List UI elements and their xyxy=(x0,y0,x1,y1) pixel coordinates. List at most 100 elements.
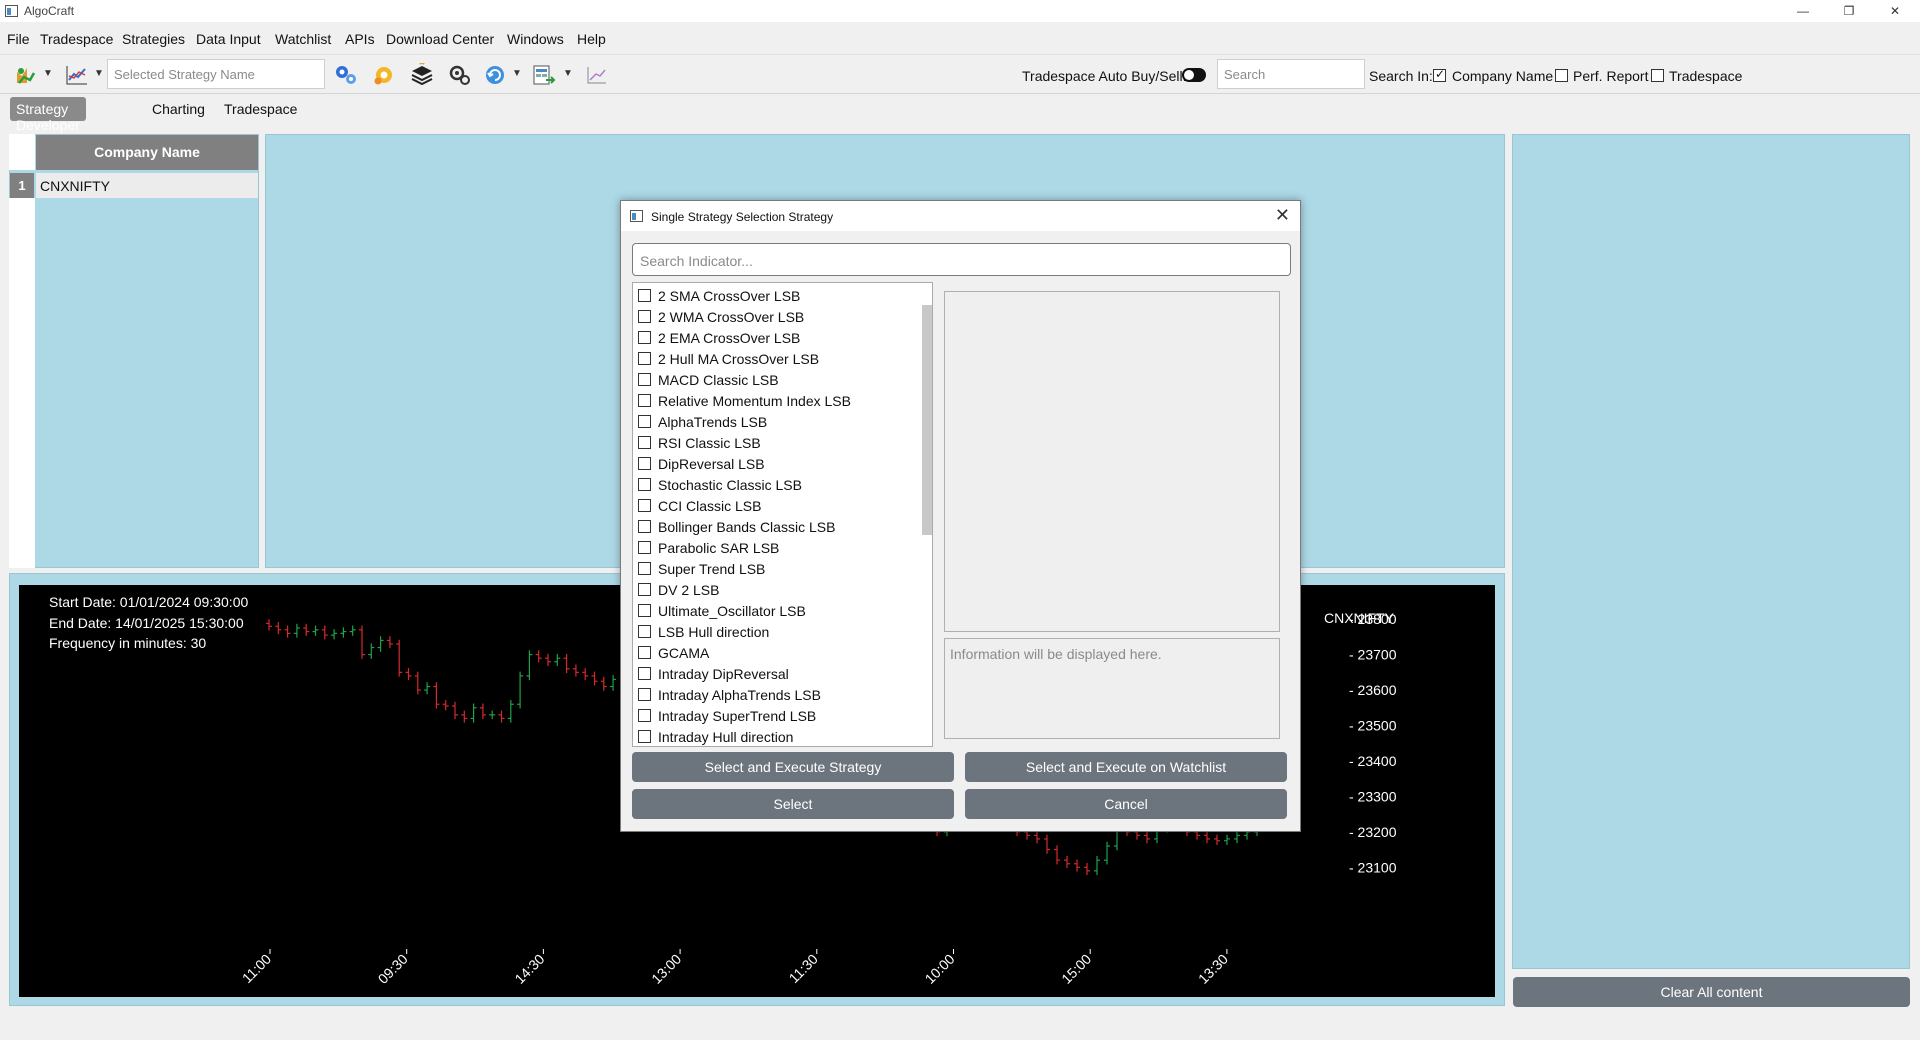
search-indicator-input[interactable]: Search Indicator... xyxy=(632,243,1291,276)
strategy-checkbox[interactable] xyxy=(638,625,651,638)
optimize-icon[interactable] xyxy=(371,63,397,87)
strategy-checkbox[interactable] xyxy=(638,604,651,617)
strategy-label: 2 Hull MA CrossOver LSB xyxy=(658,351,820,367)
strategy-label: LSB Hull direction xyxy=(658,624,770,640)
strategy-label: AlphaTrends LSB xyxy=(658,414,768,430)
menu-windows[interactable]: Windows xyxy=(507,31,564,47)
strategy-checkbox[interactable] xyxy=(638,730,651,743)
menu-tradespace[interactable]: Tradespace xyxy=(40,31,113,47)
strategy-label: RSI Classic LSB xyxy=(658,435,761,451)
x-tick-label: 13:30 xyxy=(1195,951,1231,987)
strategy-details-box xyxy=(944,291,1280,632)
chart-icon[interactable] xyxy=(64,63,90,87)
company-name-header[interactable]: Company Name xyxy=(36,135,258,170)
strategy-label: 2 SMA CrossOver LSB xyxy=(658,288,801,304)
app-icon xyxy=(5,5,18,17)
strategy-checkbox[interactable] xyxy=(638,667,651,680)
strategy-checkbox[interactable] xyxy=(638,436,651,449)
table-corner xyxy=(9,134,35,170)
strategy-label: DipReversal LSB xyxy=(658,456,765,472)
y-tick-label: - 23600 xyxy=(1349,682,1397,698)
strategy-label: Intraday AlphaTrends LSB xyxy=(658,687,821,703)
chevron-down-icon[interactable]: ▼ xyxy=(43,68,53,79)
gears-icon[interactable] xyxy=(333,63,359,87)
information-box: Information will be displayed here. xyxy=(944,638,1280,739)
menu-help[interactable]: Help xyxy=(577,31,606,47)
strategy-checkbox[interactable] xyxy=(638,499,651,512)
strategy-checkbox[interactable] xyxy=(638,331,651,344)
strategy-checkbox[interactable] xyxy=(638,541,651,554)
strategy-checkbox[interactable] xyxy=(638,646,651,659)
chevron-down-icon[interactable]: ▼ xyxy=(512,68,522,79)
menu-apis[interactable]: APIs xyxy=(345,31,375,47)
x-tick-label: 10:00 xyxy=(922,951,958,987)
chevron-down-icon[interactable]: ▼ xyxy=(563,68,573,79)
select-execute-strategy-button[interactable]: Select and Execute Strategy xyxy=(632,752,954,782)
menu-watchlist[interactable]: Watchlist xyxy=(275,31,331,47)
row-header-column xyxy=(9,198,35,568)
chevron-down-icon[interactable]: ▼ xyxy=(94,68,104,79)
layers-icon[interactable] xyxy=(409,63,435,87)
strategy-checkbox[interactable] xyxy=(638,289,651,302)
menu-strategies[interactable]: Strategies xyxy=(122,31,185,47)
strategy-name-input[interactable]: Selected Strategy Name xyxy=(107,59,325,89)
strategy-checkbox[interactable] xyxy=(638,415,651,428)
tab-charting[interactable]: Charting xyxy=(146,97,211,121)
strategy-label: Intraday Hull direction xyxy=(658,729,794,745)
menu-data-input[interactable]: Data Input xyxy=(196,31,261,47)
strategy-label: Super Trend LSB xyxy=(658,561,766,577)
refresh-icon[interactable] xyxy=(482,63,508,87)
row-number[interactable]: 1 xyxy=(10,173,34,198)
strategy-checkbox[interactable] xyxy=(638,688,651,701)
strategy-label: Ultimate_Oscillator LSB xyxy=(658,603,806,619)
strategy-checkbox[interactable] xyxy=(638,583,651,596)
select-execute-watchlist-button[interactable]: Select and Execute on Watchlist xyxy=(965,752,1287,782)
tab-strategy-developer[interactable]: Strategy Developer xyxy=(10,97,86,133)
strategy-label: Stochastic Classic LSB xyxy=(658,477,802,493)
y-tick-label: - 23500 xyxy=(1349,718,1397,734)
tradespace-checkbox[interactable] xyxy=(1651,69,1664,82)
tab-tradespace[interactable]: Tradespace xyxy=(218,97,303,121)
auto-buy-sell-label: Tradespace Auto Buy/Sell: xyxy=(1022,68,1187,84)
strategy-checkbox[interactable] xyxy=(638,373,651,386)
perf-report-checkbox[interactable] xyxy=(1555,69,1568,82)
table-row[interactable]: CNXNIFTY xyxy=(36,173,258,198)
settings-icon[interactable] xyxy=(447,63,473,87)
company-name-checkbox[interactable] xyxy=(1433,67,1446,82)
menu-file[interactable]: File xyxy=(7,31,30,47)
search-input[interactable]: Search xyxy=(1217,59,1365,89)
add-strategy-icon[interactable] xyxy=(14,63,40,87)
strategy-checkbox[interactable] xyxy=(638,562,651,575)
strategy-checkbox[interactable] xyxy=(638,520,651,533)
y-tick-label: - 23800 xyxy=(1349,611,1397,627)
dialog-title: Single Strategy Selection Strategy xyxy=(651,210,834,224)
strategy-list[interactable]: 2 SMA CrossOver LSB 2 WMA CrossOver LSB 2 … xyxy=(632,282,933,747)
strategy-checkbox[interactable] xyxy=(638,352,651,365)
clear-all-button[interactable]: Clear All content xyxy=(1513,977,1910,1007)
menu-bar: File Tradespace Strategies Data Input Wa… xyxy=(0,22,1920,54)
strategy-checkbox[interactable] xyxy=(638,310,651,323)
strategy-label: DV 2 LSB xyxy=(658,582,720,598)
close-icon[interactable]: ✕ xyxy=(1275,205,1290,226)
strategy-label: Parabolic SAR LSB xyxy=(658,540,780,556)
auto-buy-sell-toggle[interactable] xyxy=(1182,68,1206,82)
menu-download-center[interactable]: Download Center xyxy=(386,31,494,47)
tradespace-filter-label: Tradespace xyxy=(1669,68,1743,84)
y-tick-label: - 23400 xyxy=(1349,753,1397,769)
minimize-icon[interactable]: — xyxy=(1780,0,1826,22)
title-bar: AlgoCraft — ❐ ✕ xyxy=(0,0,1920,22)
y-tick-label: - 23200 xyxy=(1349,824,1397,840)
strategy-checkbox[interactable] xyxy=(638,457,651,470)
line-chart-icon[interactable] xyxy=(584,63,610,87)
strategy-label: Bollinger Bands Classic LSB xyxy=(658,519,836,535)
right-panel xyxy=(1512,134,1910,969)
strategy-checkbox[interactable] xyxy=(638,478,651,491)
cancel-button[interactable]: Cancel xyxy=(965,789,1287,819)
export-icon[interactable] xyxy=(531,63,557,87)
strategy-checkbox[interactable] xyxy=(638,394,651,407)
scrollbar[interactable] xyxy=(922,305,932,535)
restore-icon[interactable]: ❐ xyxy=(1826,0,1872,22)
close-icon[interactable]: ✕ xyxy=(1872,0,1918,22)
select-button[interactable]: Select xyxy=(632,789,954,819)
strategy-checkbox[interactable] xyxy=(638,709,651,722)
